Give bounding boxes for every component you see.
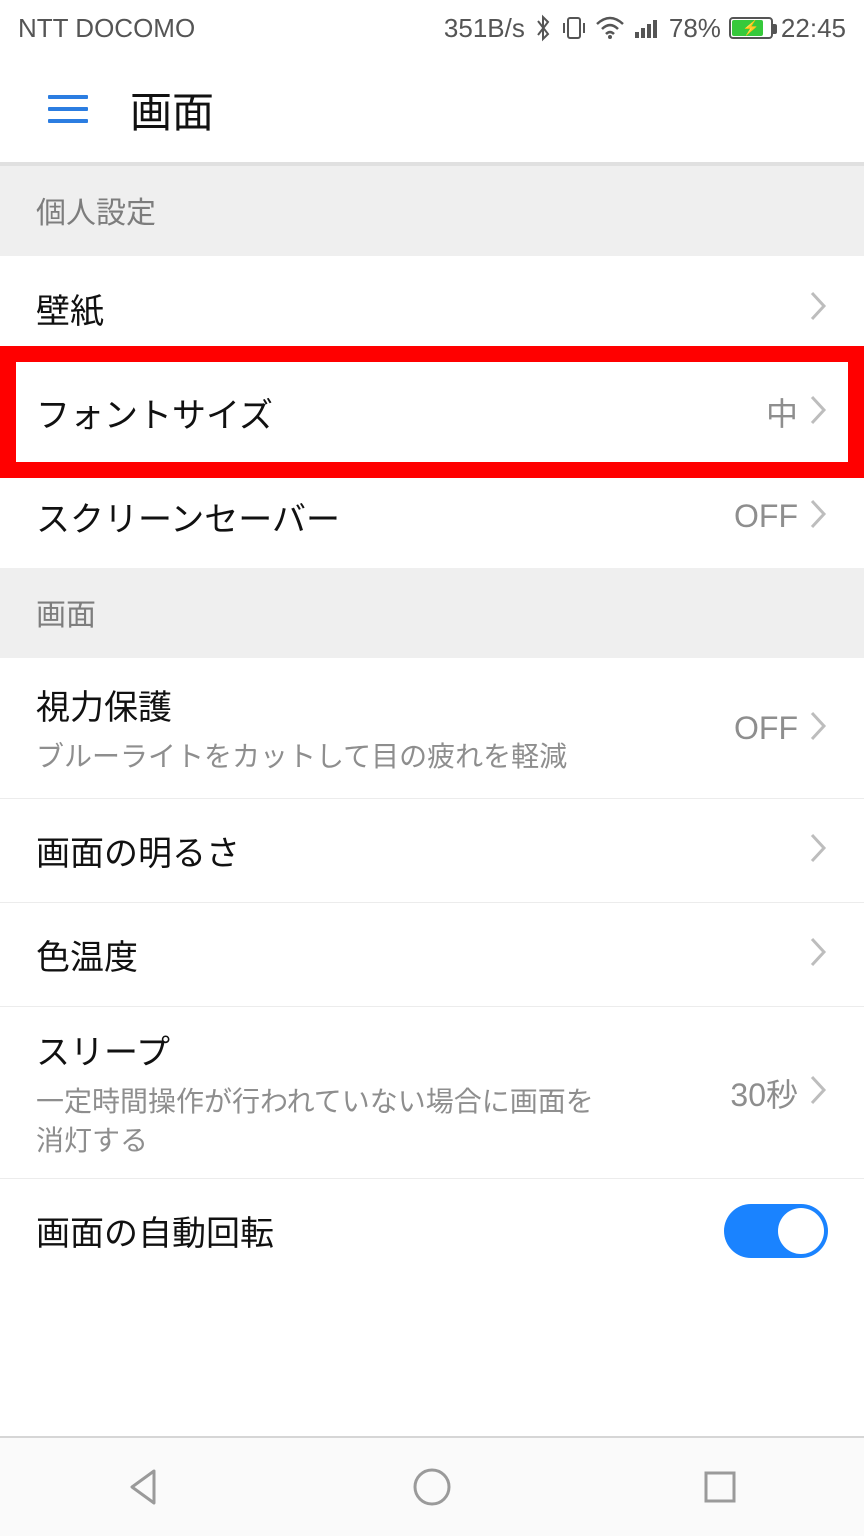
chevron-right-icon <box>808 289 828 328</box>
battery-percent: 78% <box>669 13 721 44</box>
section-header-screen: 画面 <box>0 568 864 658</box>
nav-recent-button[interactable] <box>698 1465 742 1509</box>
row-brightness[interactable]: 画面の明るさ <box>0 798 864 902</box>
row-label: 色温度 <box>36 930 808 979</box>
nav-back-button[interactable] <box>122 1465 166 1509</box>
nav-home-button[interactable] <box>410 1465 454 1509</box>
row-label: 画面の明るさ <box>36 826 808 875</box>
row-label: 画面の自動回転 <box>36 1206 724 1255</box>
row-sleep[interactable]: スリープ 一定時間操作が行われていない場合に画面を消灯する 30秒 <box>0 1006 864 1178</box>
row-value: 30秒 <box>730 1070 798 1116</box>
battery-icon: ⚡ <box>729 17 773 39</box>
row-font-size[interactable]: フォントサイズ 中 <box>0 360 864 464</box>
chevron-right-icon <box>808 393 828 432</box>
system-navbar <box>0 1436 864 1536</box>
network-speed: 351B/s <box>444 13 525 44</box>
row-color-temperature[interactable]: 色温度 <box>0 902 864 1006</box>
chevron-right-icon <box>808 831 828 870</box>
row-auto-rotate[interactable]: 画面の自動回転 <box>0 1178 864 1282</box>
row-label: 壁紙 <box>36 284 808 333</box>
row-value: OFF <box>734 710 798 747</box>
clock: 22:45 <box>781 13 846 44</box>
carrier-label: NTT DOCOMO <box>18 13 195 44</box>
wifi-icon <box>595 16 625 40</box>
chevron-right-icon <box>808 1073 828 1112</box>
row-screensaver[interactable]: スクリーンセーバー OFF <box>0 464 864 568</box>
row-label: スクリーンセーバー <box>36 492 734 541</box>
row-value: OFF <box>734 498 798 535</box>
menu-icon[interactable] <box>48 95 88 123</box>
row-wallpaper[interactable]: 壁紙 <box>0 256 864 360</box>
chevron-right-icon <box>808 709 828 748</box>
chevron-right-icon <box>808 935 828 974</box>
auto-rotate-toggle[interactable] <box>724 1204 828 1258</box>
row-desc: ブルーライトをカットして目の疲れを軽減 <box>36 737 606 776</box>
page-title: 画面 <box>130 79 214 140</box>
chevron-right-icon <box>808 497 828 536</box>
row-label: 視力保護 <box>36 680 734 729</box>
row-eye-comfort[interactable]: 視力保護 ブルーライトをカットして目の疲れを軽減 OFF <box>0 658 864 798</box>
screen-header: 画面 <box>0 56 864 162</box>
row-desc: 一定時間操作が行われていない場合に画面を消灯する <box>36 1082 606 1160</box>
bluetooth-icon <box>533 14 553 42</box>
status-bar: NTT DOCOMO 351B/s 78% ⚡ 22:45 <box>0 0 864 56</box>
row-label: スリープ <box>36 1025 730 1074</box>
row-label: フォントサイズ <box>36 388 766 437</box>
signal-icon <box>633 16 661 40</box>
section-header-personal: 個人設定 <box>0 166 864 256</box>
vibrate-icon <box>561 14 587 42</box>
row-value: 中 <box>766 389 798 435</box>
